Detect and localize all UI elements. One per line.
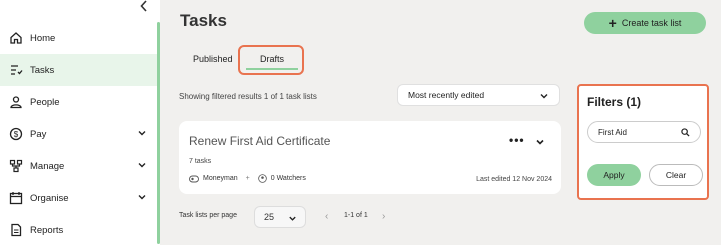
- tab-drafts[interactable]: Drafts: [260, 54, 284, 64]
- sidebar-item-reports[interactable]: Reports: [0, 214, 157, 245]
- per-page-select[interactable]: 25: [254, 206, 306, 228]
- results-summary: Showing filtered results 1 of 1 task lis…: [179, 92, 317, 101]
- task-list-title: Renew First Aid Certificate: [189, 134, 331, 148]
- task-list-card[interactable]: Renew First Aid Certificate ••• 7 tasks …: [179, 121, 561, 194]
- sidebar-item-label: Reports: [30, 224, 64, 236]
- chevron-down-icon: [540, 94, 548, 99]
- filters-panel: Filters (1) First Aid Apply Clear: [577, 84, 709, 200]
- owner-row: Moneyman + 0 Watchers: [189, 174, 306, 183]
- chevron-down-icon: [138, 131, 146, 136]
- org-chart-icon: [9, 159, 23, 173]
- last-edited: Last edited 12 Nov 2024: [476, 176, 552, 183]
- sort-dropdown[interactable]: Most recently edited: [397, 84, 560, 106]
- watcher-icon: [257, 174, 267, 183]
- owner-separator: +: [245, 175, 250, 182]
- per-page-label: Task lists per page: [179, 212, 237, 219]
- tasks-icon: [11, 65, 23, 75]
- filter-search-input[interactable]: First Aid: [587, 121, 701, 143]
- sidebar-item-label: Home: [30, 32, 56, 44]
- owner-name: Moneyman: [203, 175, 238, 182]
- chevron-left-icon: [140, 0, 147, 12]
- sidebar-item-tasks[interactable]: Tasks: [0, 54, 157, 86]
- sidebar: Home Tasks People $ Pay Manage Organise …: [0, 0, 160, 245]
- previous-page-button[interactable]: ‹: [325, 211, 328, 222]
- selected-tab-underline: [246, 68, 298, 70]
- create-task-list-button[interactable]: + Create task list: [584, 12, 706, 34]
- collapse-sidebar-button[interactable]: [138, 0, 150, 14]
- sidebar-item-people[interactable]: People: [0, 86, 157, 118]
- document-icon: [11, 223, 22, 237]
- chevron-down-icon: [289, 216, 296, 221]
- main-content: Tasks + Create task list Published Draft…: [160, 0, 721, 245]
- owner-badge-icon: [189, 175, 199, 182]
- sidebar-nav: Home Tasks People $ Pay Manage Organise …: [0, 22, 157, 245]
- chevron-down-icon: [138, 195, 146, 200]
- person-icon: [10, 96, 22, 109]
- sidebar-item-label: Manage: [30, 160, 65, 172]
- create-task-list-label: Create task list: [621, 18, 682, 28]
- svg-text:$: $: [14, 130, 19, 139]
- sidebar-item-label: Pay: [30, 128, 47, 140]
- search-icon: [681, 128, 690, 137]
- plus-icon: +: [608, 15, 617, 31]
- pagination: Task lists per page 25 ‹ 1-1 of 1 ›: [179, 206, 409, 228]
- page-range: 1-1 of 1: [344, 212, 368, 219]
- clear-button[interactable]: Clear: [649, 164, 703, 186]
- sidebar-item-pay[interactable]: $ Pay: [0, 118, 157, 150]
- next-page-button[interactable]: ›: [382, 211, 385, 222]
- per-page-value: 25: [264, 212, 275, 222]
- sidebar-item-home[interactable]: Home: [0, 22, 157, 54]
- chevron-down-icon: [138, 163, 146, 168]
- apply-button[interactable]: Apply: [587, 164, 641, 186]
- sidebar-item-label: Tasks: [30, 64, 55, 76]
- filter-search-value: First Aid: [598, 127, 627, 137]
- sidebar-item-manage[interactable]: Manage: [0, 150, 157, 182]
- dollar-icon: $: [9, 127, 23, 141]
- calendar-icon: [9, 192, 23, 205]
- filters-title: Filters (1): [587, 95, 642, 109]
- home-icon: [10, 32, 22, 44]
- more-options-icon[interactable]: •••: [509, 133, 525, 147]
- watchers-count: 0 Watchers: [270, 175, 306, 182]
- sidebar-item-label: Organise: [30, 192, 69, 204]
- expand-chevron-icon[interactable]: [535, 137, 545, 147]
- sidebar-item-organise[interactable]: Organise: [0, 182, 157, 214]
- task-count: 7 tasks: [189, 158, 212, 165]
- sidebar-item-label: People: [30, 96, 60, 108]
- tab-published[interactable]: Published: [193, 54, 233, 64]
- page-title: Tasks: [180, 11, 227, 30]
- sort-value: Most recently edited: [408, 90, 485, 100]
